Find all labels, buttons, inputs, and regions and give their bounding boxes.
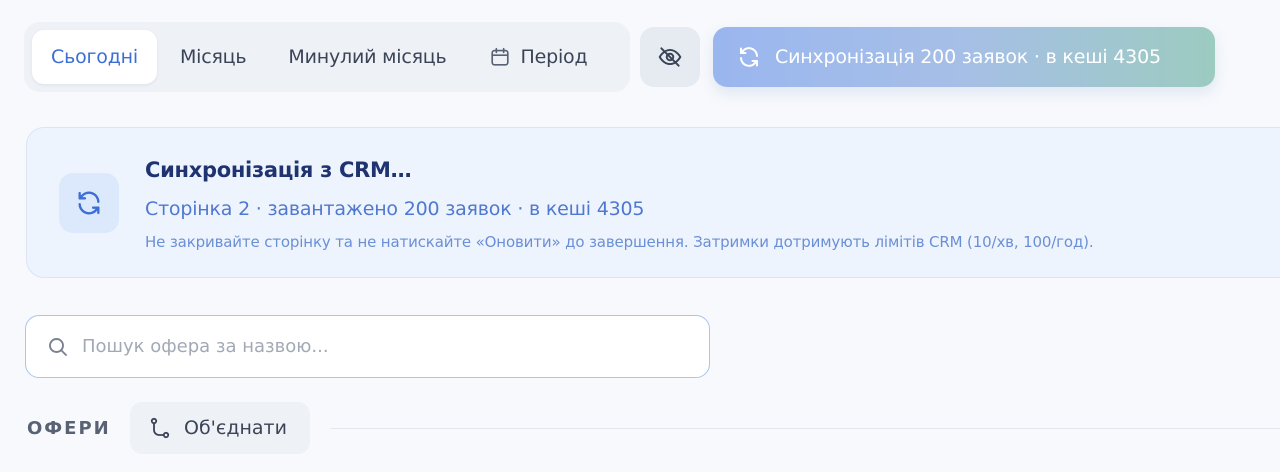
refresh-icon [78, 191, 100, 215]
sync-status-title: Синхронізація з CRM… [145, 158, 412, 182]
merge-offers-label: Об'єднати [184, 417, 287, 439]
tab-month-label: Місяць [179, 46, 247, 68]
sync-status-progress: Сторінка 2 · завантажено 200 заявок · в … [145, 198, 645, 220]
period-tabs: Сьогодні Місяць Минулий місяць Період [24, 22, 630, 92]
search-icon [49, 337, 67, 356]
merge-offers-button[interactable]: Об'єднати [130, 402, 310, 454]
sync-status-note: Не закривайте сторінку та не натискайте … [145, 233, 1094, 251]
sync-status-card: Синхронізація з CRM… Сторінка 2 · завант… [26, 127, 1280, 278]
sync-status-icon-box [59, 173, 119, 233]
tab-last-month[interactable]: Минулий місяць [269, 30, 465, 84]
eye-off-icon [658, 47, 682, 67]
merge-icon [150, 417, 170, 439]
calendar-icon [490, 47, 509, 66]
tab-month[interactable]: Місяць [161, 30, 265, 84]
sync-button-label: Синхронізація 200 заявок · в кеші 4305 [775, 46, 1161, 68]
offer-search-input[interactable] [82, 336, 682, 357]
tab-period-label: Період [520, 46, 588, 68]
tab-last-month-label: Минулий місяць [288, 46, 447, 68]
tab-period[interactable]: Період [470, 30, 607, 84]
sync-button[interactable]: Синхронізація 200 заявок · в кеші 4305 [713, 27, 1215, 87]
offers-section-label: ОФЕРИ [27, 418, 111, 439]
tab-today-label: Сьогодні [51, 46, 138, 68]
refresh-icon [740, 47, 758, 67]
visibility-toggle-button[interactable] [640, 27, 700, 87]
offer-search-box[interactable] [25, 315, 710, 378]
tab-today[interactable]: Сьогодні [32, 30, 157, 84]
section-divider [330, 428, 1280, 429]
